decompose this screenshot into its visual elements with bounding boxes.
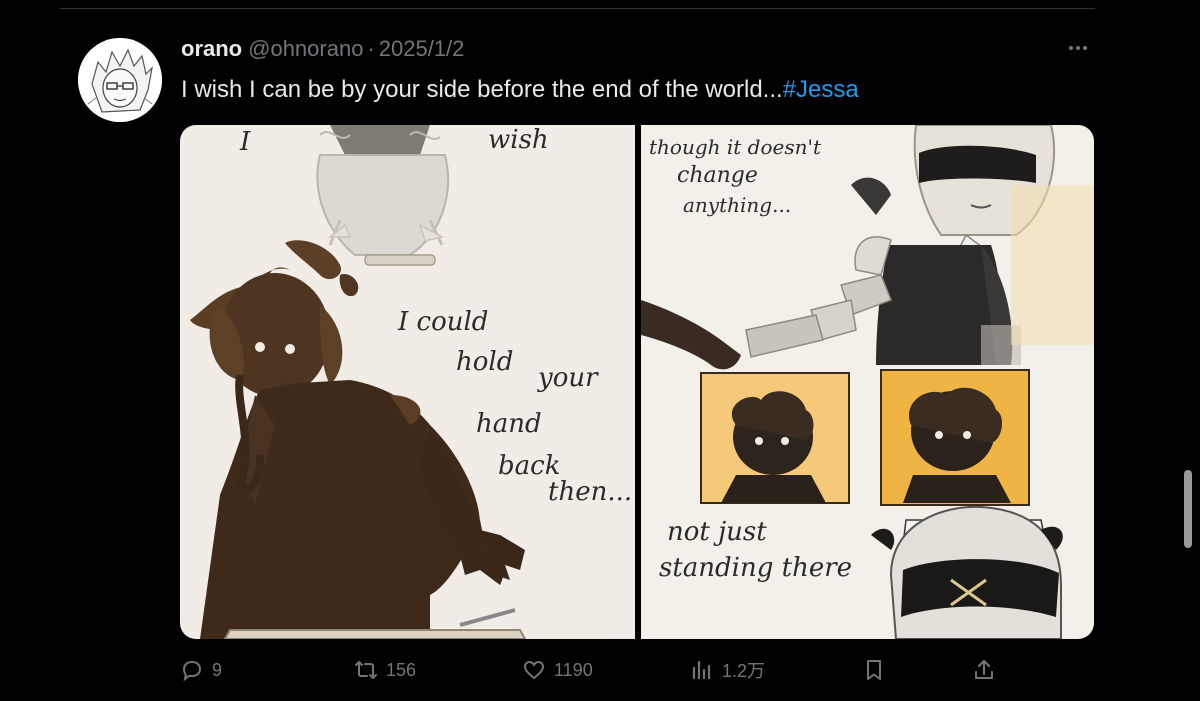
media-image-left[interactable]: I wish I could hold your hand back then.…: [180, 125, 635, 639]
retweet-button[interactable]: 156: [354, 652, 416, 688]
bookmark-icon: [867, 660, 881, 680]
post-date[interactable]: 2025/1/2: [379, 36, 465, 62]
action-bar: 9 156 1190 1.2万: [180, 652, 1000, 688]
like-button[interactable]: 1190: [522, 652, 593, 688]
caption-then: then...: [548, 477, 633, 507]
retweet-count: 156: [386, 659, 417, 680]
bookmark-button[interactable]: [862, 652, 886, 688]
separator-dot: ·: [367, 36, 375, 61]
share-icon: [975, 660, 993, 679]
caption-anything: anything...: [683, 193, 792, 217]
tweet-header: orano @ohnorano · 2025/1/2: [181, 36, 464, 62]
reply-icon: [182, 660, 202, 682]
caption-not-just: not just: [667, 517, 767, 547]
views-icon: [692, 660, 711, 680]
user-handle[interactable]: @ohnorano: [248, 36, 363, 62]
caption-hold: hold: [456, 347, 514, 377]
like-count: 1190: [554, 659, 593, 680]
scrollbar[interactable]: [1184, 470, 1192, 548]
more-icon[interactable]: [1062, 38, 1094, 58]
hashtag-link[interactable]: #Jessa: [783, 76, 859, 103]
caption-i: I: [240, 127, 251, 157]
views-count: 1.2万: [722, 661, 766, 681]
like-icon: [523, 660, 545, 680]
media-image-right[interactable]: though it doesn't change anything... not…: [641, 125, 1094, 639]
reply-count: 9: [212, 659, 223, 680]
caption-hand: hand: [476, 409, 542, 439]
caption-your: your: [538, 363, 598, 393]
reply-button[interactable]: 9: [180, 652, 222, 688]
tweet-media[interactable]: I wish I could hold your hand back then.…: [180, 125, 1094, 639]
tweet-text: I wish I can be by your side before the …: [181, 76, 859, 104]
display-name[interactable]: orano: [181, 36, 242, 62]
caption-change: change: [677, 163, 758, 188]
caption-standing-there: standing there: [659, 553, 853, 583]
views-button[interactable]: 1.2万: [690, 652, 765, 688]
share-button[interactable]: [972, 652, 996, 688]
avatar-drawing: [78, 38, 162, 122]
caption-wish: wish: [488, 125, 549, 155]
timeline-divider: [60, 8, 1095, 9]
caption-though: though it doesn't: [649, 135, 822, 159]
retweet-icon: [355, 661, 377, 679]
avatar[interactable]: [78, 38, 162, 122]
caption-i-could: I could: [398, 307, 489, 337]
tweet-body: I wish I can be by your side before the …: [181, 76, 783, 103]
